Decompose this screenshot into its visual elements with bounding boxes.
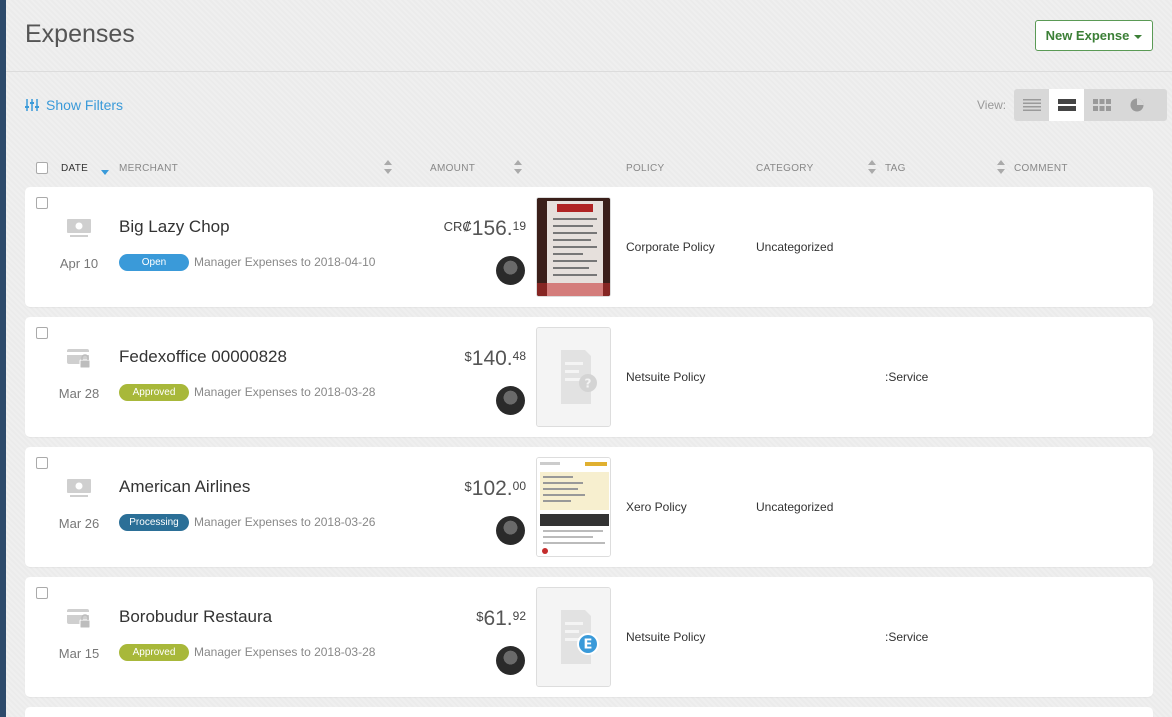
sort-desc-icon [101,170,109,175]
sort-icon [384,160,392,174]
amount-whole: 156. [471,217,513,240]
row-checkbox[interactable] [36,197,48,209]
amount-cents: 00 [512,479,526,493]
merchant-name: Borobudur Restaura [119,607,273,626]
show-filters-label: Show Filters [46,97,124,113]
view-compact-list-button[interactable] [1014,89,1049,121]
policy-name: Corporate Policy [626,240,715,254]
currency-symbol: $ [464,479,472,494]
row-checkbox[interactable] [36,327,48,339]
receipt-thumbnail[interactable]: E [536,587,611,687]
column-header-merchant[interactable]: MERCHANT [119,163,178,174]
expense-row[interactable]: Mar 26 American Airlines Processing Mana… [25,447,1153,567]
view-grid-button[interactable] [1084,89,1119,121]
new-expense-label: New Expense [1045,28,1130,43]
amount-whole: 140. [471,347,513,370]
view-switcher [1014,89,1167,121]
column-header-tag[interactable]: TAG [885,163,906,174]
receipt-thumbnail[interactable] [536,197,611,297]
list-icon [1057,99,1076,111]
amount-cents: 48 [512,349,526,363]
compact-list-icon [1022,99,1041,111]
avatar [496,386,525,415]
report-link[interactable]: Manager Expenses to 2018-03-28 [194,385,375,399]
report-link[interactable]: Manager Expenses to 2018-04-10 [194,255,375,269]
status-badge: Approved [119,644,189,661]
row-checkbox[interactable] [36,457,48,469]
policy-name: Netsuite Policy [626,370,706,384]
cash-icon [67,479,91,497]
pie-chart-icon [1130,98,1143,112]
expense-date: Mar 26 [58,516,100,531]
merchant-name: Fedexoffice 00000828 [119,347,287,366]
view-chart-button[interactable] [1119,89,1154,121]
chevron-down-icon [1134,34,1143,39]
expense-amount: $140.48 [465,347,526,371]
column-header-date[interactable]: DATE [61,163,88,174]
sort-icon [868,160,876,174]
select-all-checkbox[interactable] [36,162,48,174]
svg-text:E: E [584,638,593,653]
amount-cents: 19 [512,219,526,233]
grid-icon [1092,99,1111,111]
report-link[interactable]: Manager Expenses to 2018-03-28 [194,645,375,659]
receipt-document-icon [537,458,610,556]
sort-icon [514,160,522,174]
expense-date: Apr 10 [59,256,99,271]
currency-symbol: CR₡ [443,219,472,234]
avatar [496,256,525,285]
svg-text:?: ? [585,377,592,391]
status-badge: Approved [119,384,189,401]
show-filters-link[interactable]: Show Filters [25,97,123,113]
expense-row[interactable]: Mar 28 Fedexoffice 00000828 Approved Man… [25,317,1153,437]
policy-name: Netsuite Policy [626,630,706,644]
expense-date: Mar 28 [58,386,100,401]
expense-amount: $102.00 [465,477,526,501]
tag-name: :Service [885,630,929,644]
page-header: Expenses New Expense [6,0,1172,72]
column-header-category[interactable]: CATEGORY [756,163,814,174]
column-header-policy[interactable]: POLICY [626,163,664,174]
receipt-photo-icon [537,198,610,296]
expense-row[interactable]: Apr 10 Big Lazy Chop Open Manager Expens… [25,187,1153,307]
expense-row[interactable]: Mar 15 Borobudur Restaura Approved Manag… [25,577,1153,697]
new-expense-button[interactable]: New Expense [1035,20,1153,51]
amount-whole: 61. [483,607,513,630]
amount-whole: 102. [471,477,513,500]
column-header-amount[interactable]: AMOUNT [430,163,475,174]
category-name: Uncategorized [756,500,834,514]
view-list-button[interactable] [1049,89,1084,121]
expense-date: Mar 15 [58,646,100,661]
ereceipt-icon: E [537,588,610,686]
report-link[interactable]: Manager Expenses to 2018-03-26 [194,515,375,529]
row-checkbox[interactable] [36,587,48,599]
filter-sliders-icon [25,99,39,111]
merchant-name: Big Lazy Chop [119,217,230,236]
policy-name: Xero Policy [626,500,687,514]
amount-cents: 92 [512,609,526,623]
avatar [496,516,525,545]
avatar [496,646,525,675]
card-lock-icon [67,349,91,369]
expense-amount: $61.92 [476,607,526,631]
receipt-thumbnail[interactable]: ? [536,327,611,427]
category-name: Uncategorized [756,240,834,254]
expense-row[interactable] [25,707,1153,717]
status-badge: Processing [119,514,189,531]
view-label: View: [977,98,1007,112]
expenses-page: Expenses New Expense Show Filters View: [6,0,1172,717]
status-badge: Open [119,254,189,271]
currency-symbol: $ [464,349,472,364]
missing-receipt-icon: ? [537,328,610,426]
sort-icon [997,160,1005,174]
cash-icon [67,219,91,237]
expense-amount: CR₡156.19 [444,217,526,241]
merchant-name: American Airlines [119,477,251,496]
tag-name: :Service [885,370,929,384]
column-header-comment[interactable]: COMMENT [1014,163,1068,174]
page-title: Expenses [25,20,135,48]
card-lock-icon [67,609,91,629]
receipt-thumbnail[interactable] [536,457,611,557]
currency-symbol: $ [476,609,484,624]
